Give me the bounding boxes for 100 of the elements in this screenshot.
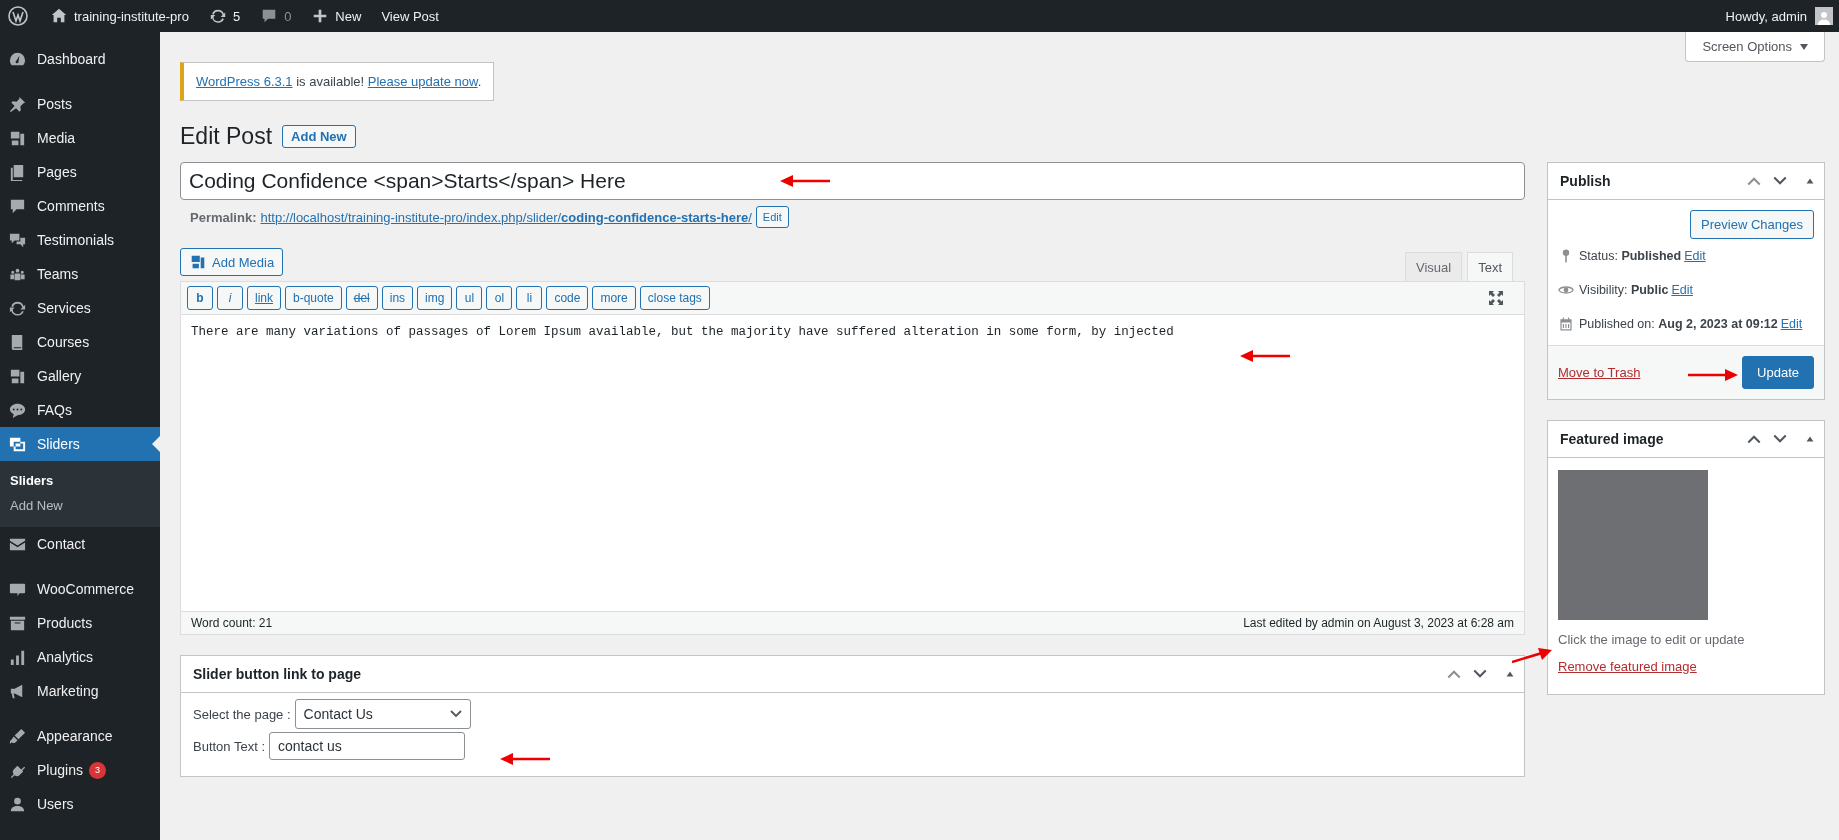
fullscreen-icon[interactable]	[1488, 290, 1504, 306]
update-button[interactable]: Update	[1742, 356, 1814, 389]
menu-label: Gallery	[37, 368, 82, 384]
submenu-item[interactable]: Add New	[0, 493, 160, 518]
edit-link[interactable]: Edit	[1684, 249, 1706, 263]
menu-label: Comments	[37, 198, 105, 214]
editor-tab[interactable]: Text	[1467, 252, 1513, 282]
site-name: training-institute-pro	[74, 8, 189, 24]
menu-item[interactable]: Appearance	[0, 719, 160, 753]
edit-link[interactable]: Edit	[1780, 317, 1803, 331]
menu-item[interactable]: Teams	[0, 257, 160, 291]
quicktag-button[interactable]: i	[217, 286, 243, 310]
remove-image-link[interactable]: Remove featured image	[1558, 659, 1814, 674]
button-text-label: Button Text :	[193, 738, 266, 754]
move-to-trash-link[interactable]: Move to Trash	[1558, 365, 1641, 380]
menu-label: Analytics	[37, 649, 94, 665]
publish-detail: Visibility: Public	[1579, 283, 1669, 297]
edit-permalink-button[interactable]: Edit	[755, 206, 789, 228]
new-label: New	[335, 8, 362, 24]
menu-item[interactable]: FAQs	[0, 393, 160, 427]
menu-item[interactable]: Posts	[0, 87, 160, 121]
menu-item[interactable]: Courses	[0, 325, 160, 359]
menu-item[interactable]: Gallery	[0, 359, 160, 393]
content-editor[interactable]: There are many variations of passages of Lorem Ipsum available, but the majority have suffered alteration in some form, by injected	[181, 315, 1524, 611]
greeting: Howdy, admin	[1725, 8, 1807, 24]
quicktag-button[interactable]: close tags	[639, 286, 710, 310]
chevron-down-icon	[449, 710, 462, 718]
quicktag-button[interactable]: code	[546, 286, 589, 310]
account-menu[interactable]: Howdy, admin	[1715, 0, 1839, 32]
menu-label: Products	[37, 615, 93, 631]
annotation-arrow	[500, 753, 550, 765]
menu-item[interactable]: Users	[0, 787, 160, 821]
edit-link[interactable]: Edit	[1671, 283, 1693, 297]
annotation-arrow	[1240, 350, 1290, 362]
menu-label: Teams	[37, 266, 79, 282]
screen-options-button[interactable]: Screen Options	[1685, 32, 1825, 62]
menu-item[interactable]: Services	[0, 291, 160, 325]
menu-item[interactable]: Plugins 3	[0, 753, 160, 787]
preview-changes-button[interactable]: Preview Changes	[1690, 210, 1814, 239]
current-pointer-icon	[152, 436, 160, 452]
updates-link[interactable]: 5	[198, 0, 251, 32]
page-select[interactable]: Contact Us	[294, 699, 471, 729]
quicktag-button[interactable]: del	[345, 286, 378, 310]
menu-item[interactable]: Analytics	[0, 640, 160, 674]
permalink-label: Permalink:	[190, 209, 257, 225]
quicktag-button[interactable]: ol	[486, 286, 513, 310]
quicktag-button[interactable]: img	[417, 286, 453, 310]
quicktag-button[interactable]: b	[187, 286, 213, 310]
quicktag-button[interactable]: b-quote	[285, 286, 342, 310]
comments-link[interactable]: 0	[250, 0, 302, 32]
quicktag-button[interactable]: li	[516, 286, 543, 310]
view-post-link[interactable]: View Post	[371, 0, 449, 32]
menu-label: Dashboard	[37, 51, 106, 67]
caret-icon	[1800, 43, 1808, 50]
title-field[interactable]: Coding Confidence <span>Starts</span> Here	[180, 162, 1525, 200]
menu-item[interactable]: Comments	[0, 189, 160, 223]
update-message: WordPress 6.3.1 is available! Please update now.	[196, 74, 482, 89]
box-title: Featured image	[1560, 431, 1664, 447]
update-now-link[interactable]: Please update now	[367, 74, 478, 89]
menu-item[interactable]: Dashboard	[0, 42, 160, 76]
menu-item[interactable]: Products	[0, 606, 160, 640]
menu-label: Plugins	[37, 762, 83, 778]
image-hint: Click the image to edit or update	[1558, 632, 1746, 647]
permalink-link[interactable]: http://localhost/training-institute-pro/index.php/slider/coding-confidence-starts-here/	[260, 209, 752, 225]
brush-icon	[8, 726, 27, 746]
add-media-button[interactable]: Add Media	[180, 248, 284, 276]
quicktag-button[interactable]: ul	[456, 286, 483, 310]
add-new-button[interactable]: Add New	[282, 125, 356, 148]
annotation-arrow	[780, 175, 830, 187]
quicktag-button[interactable]: ins	[381, 286, 414, 310]
menu-label: Contact	[37, 536, 86, 552]
annotation-arrow	[1688, 369, 1738, 381]
menu-item[interactable]: WooCommerce	[0, 572, 160, 606]
menu-item[interactable]: Media	[0, 121, 160, 155]
media-icon	[189, 253, 207, 271]
menu-item[interactable]: Testimonials	[0, 223, 160, 257]
editor-tab[interactable]: Visual	[1404, 252, 1463, 282]
box-title: Slider button link to page	[193, 666, 361, 682]
calendar-icon	[1558, 316, 1574, 332]
menu-label: WooCommerce	[37, 581, 134, 597]
menu-label: Posts	[37, 96, 72, 112]
menu-item[interactable]: Contact	[0, 527, 160, 561]
menu-item[interactable]: Sliders	[0, 427, 160, 461]
refresh-icon	[208, 7, 227, 25]
menu-label: Users	[37, 796, 74, 812]
select-label: Select the page :	[193, 706, 291, 722]
pin-icon	[8, 94, 27, 114]
comments-count: 0	[284, 8, 292, 24]
publish-detail: Published on: Aug 2, 2023 at 09:12	[1579, 317, 1778, 331]
button-text-field[interactable]: contact us	[269, 732, 466, 760]
wordpress-logo-icon[interactable]	[8, 6, 28, 26]
quicktag-button[interactable]: link	[247, 286, 281, 310]
new-link[interactable]: New	[301, 0, 372, 32]
site-name-link[interactable]: training-institute-pro	[40, 0, 199, 32]
submenu-item[interactable]: Sliders	[0, 468, 160, 493]
quicktag-button[interactable]: more	[592, 286, 636, 310]
menu-item[interactable]: Marketing	[0, 674, 160, 708]
menu-label: Sliders	[37, 436, 80, 452]
version-link[interactable]: WordPress 6.3.1	[196, 74, 293, 89]
menu-item[interactable]: Pages	[0, 155, 160, 189]
